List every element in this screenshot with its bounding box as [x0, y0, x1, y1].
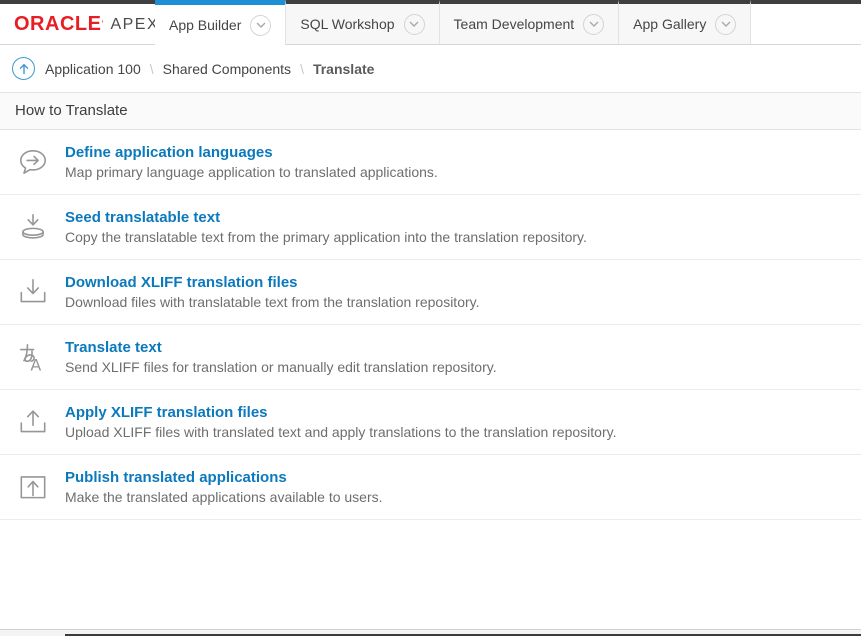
task-list: Define application languages Map primary…: [0, 130, 861, 520]
chevron-down-icon[interactable]: [715, 14, 736, 35]
task-row-translate-text: A Translate text Send XLIFF files for tr…: [0, 325, 861, 390]
tab-label: Team Development: [454, 16, 575, 32]
task-row-apply-xliff: Apply XLIFF translation files Upload XLI…: [0, 390, 861, 455]
footer-strip: [0, 629, 861, 636]
tab-label: App Gallery: [633, 16, 706, 32]
task-row-define-languages: Define application languages Map primary…: [0, 130, 861, 195]
seed-database-icon: [16, 210, 50, 244]
task-link-define-languages[interactable]: Define application languages: [65, 144, 438, 161]
task-description: Map primary language application to tran…: [65, 164, 438, 180]
download-tray-icon: [16, 275, 50, 309]
task-description: Copy the translatable text from the prim…: [65, 229, 587, 245]
region-title: How to Translate: [0, 92, 861, 130]
task-link-download-xliff[interactable]: Download XLIFF translation files: [65, 274, 480, 291]
task-row-publish-apps: Publish translated applications Make the…: [0, 455, 861, 520]
task-link-seed-text[interactable]: Seed translatable text: [65, 209, 587, 226]
tab-team-development[interactable]: Team Development: [440, 0, 620, 44]
up-level-button[interactable]: [12, 57, 35, 80]
breadcrumb-translate-current: Translate: [313, 61, 374, 77]
tab-label: App Builder: [169, 17, 241, 33]
task-description: Upload XLIFF files with translated text …: [65, 424, 616, 440]
oracle-wordmark: ORACLE: [14, 13, 101, 36]
apex-wordmark: APEX: [110, 16, 159, 34]
breadcrumb: Application 100 \ Shared Components \ Tr…: [0, 45, 861, 92]
tab-sql-workshop[interactable]: SQL Workshop: [286, 0, 439, 44]
top-tab-bar: ORACLE’ APEX App Builder SQL Workshop Te…: [0, 0, 861, 45]
publish-box-arrow-icon: [16, 470, 50, 504]
tab-app-gallery[interactable]: App Gallery: [619, 0, 751, 44]
arrow-up-icon: [18, 63, 30, 75]
breadcrumb-application-100[interactable]: Application 100: [45, 61, 141, 77]
tab-app-builder[interactable]: App Builder: [155, 0, 286, 45]
trademark-mark: ’: [101, 19, 103, 29]
task-description: Download files with translatable text fr…: [65, 294, 480, 310]
tab-label: SQL Workshop: [300, 16, 394, 32]
task-description: Send XLIFF files for translation or manu…: [65, 359, 497, 375]
translate-characters-icon: A: [16, 340, 50, 374]
breadcrumb-shared-components[interactable]: Shared Components: [163, 61, 291, 77]
task-row-download-xliff: Download XLIFF translation files Downloa…: [0, 260, 861, 325]
task-description: Make the translated applications availab…: [65, 489, 383, 505]
oracle-apex-logo[interactable]: ORACLE’ APEX: [0, 0, 155, 44]
svg-text:A: A: [30, 355, 41, 374]
task-row-seed-text: Seed translatable text Copy the translat…: [0, 195, 861, 260]
breadcrumb-separator: \: [291, 61, 313, 77]
upload-tray-icon: [16, 405, 50, 439]
chevron-down-icon[interactable]: [583, 14, 604, 35]
speech-bubble-arrow-icon: [16, 145, 50, 179]
chevron-down-icon[interactable]: [250, 15, 271, 36]
task-link-publish-apps[interactable]: Publish translated applications: [65, 469, 383, 486]
tab-bar-filler: [751, 0, 861, 44]
chevron-down-icon[interactable]: [404, 14, 425, 35]
task-link-apply-xliff[interactable]: Apply XLIFF translation files: [65, 404, 616, 421]
task-link-translate-text[interactable]: Translate text: [65, 339, 497, 356]
breadcrumb-separator: \: [141, 61, 163, 77]
